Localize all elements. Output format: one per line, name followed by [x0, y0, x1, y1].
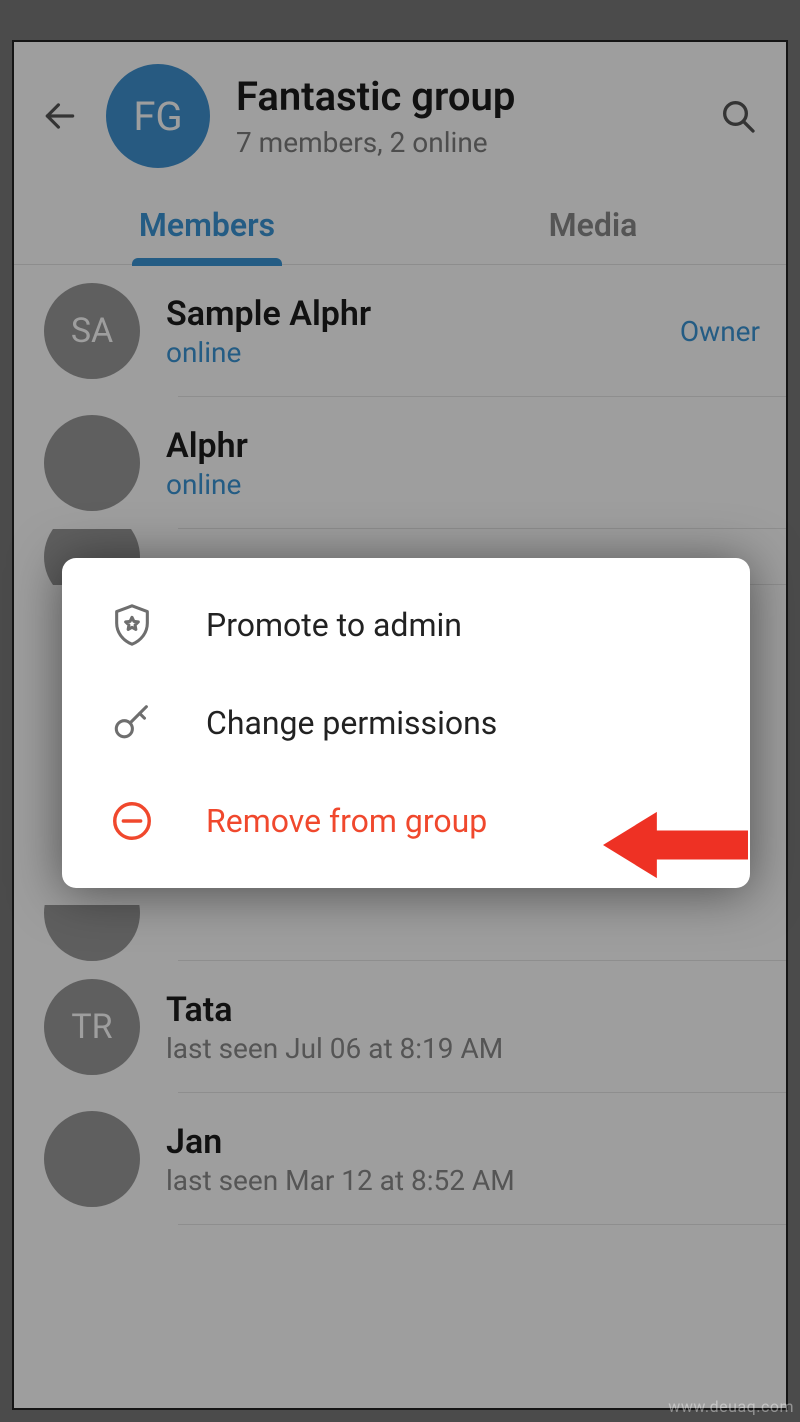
menu-label: Change permissions [206, 704, 497, 742]
key-icon [106, 700, 158, 746]
annotation-arrow [603, 800, 748, 890]
menu-promote-admin[interactable]: Promote to admin [62, 576, 750, 674]
watermark: www.deuaq.com [668, 1397, 794, 1416]
menu-label: Remove from group [206, 802, 487, 840]
remove-circle-icon [106, 798, 158, 844]
menu-change-permissions[interactable]: Change permissions [62, 674, 750, 772]
menu-label: Promote to admin [206, 606, 462, 644]
shield-star-icon [106, 602, 158, 648]
